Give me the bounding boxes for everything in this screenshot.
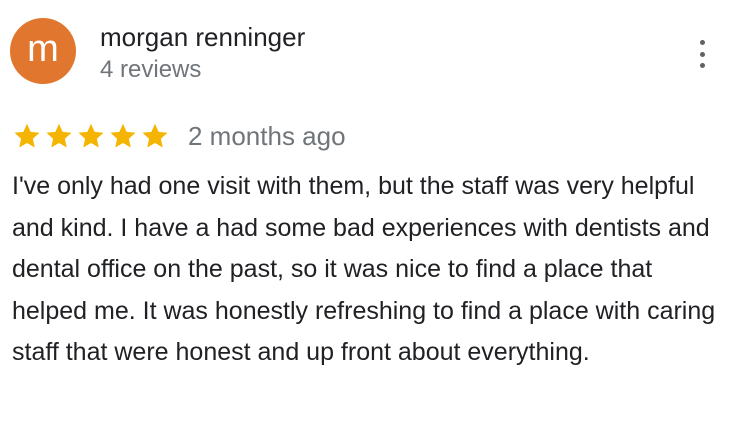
star-icon: [78, 123, 104, 148]
review-date: 2 months ago: [188, 121, 346, 151]
star-rating: [12, 121, 170, 151]
star-icon: [46, 123, 72, 148]
more-options-button[interactable]: [690, 40, 714, 68]
star-icon: [142, 123, 168, 148]
more-vert-icon: [699, 40, 705, 45]
review-count[interactable]: 4 reviews: [100, 55, 201, 85]
review-card: m morgan renninger 4 reviews 2 months ag…: [0, 0, 740, 432]
more-vert-icon-dot: [699, 63, 705, 68]
rating-row: 2 months ago: [12, 118, 346, 154]
star-icon: [14, 123, 40, 148]
review-text: I've only had one visit with them, but t…: [12, 172, 716, 366]
more-vert-icon-dot: [699, 51, 705, 57]
star-icon: [110, 123, 136, 148]
reviewer-name[interactable]: morgan renninger: [100, 20, 305, 54]
avatar[interactable]: m: [10, 18, 76, 84]
